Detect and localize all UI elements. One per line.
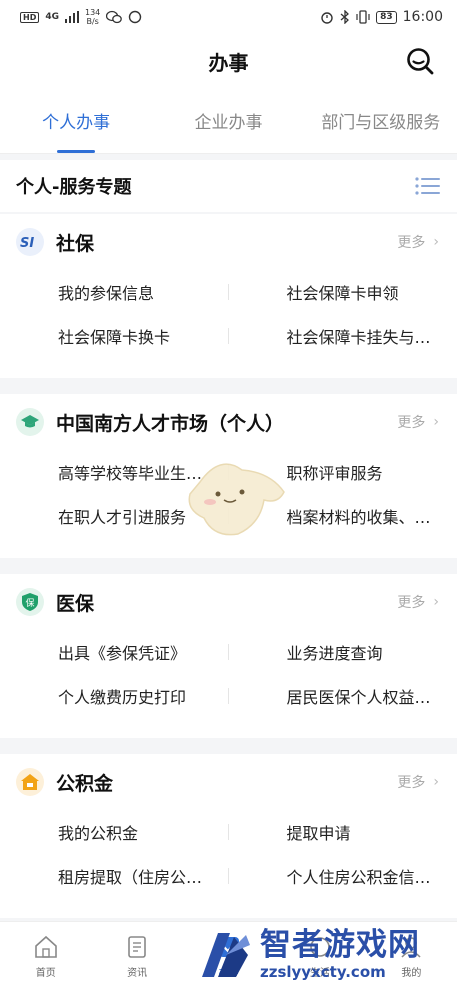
- mascot-icon: [188, 463, 285, 536]
- more-link[interactable]: 更多 ›: [397, 232, 439, 252]
- home-icon: [34, 935, 57, 958]
- card-header[interactable]: SI 社保 更多 ›: [0, 214, 457, 270]
- document-icon: [128, 936, 146, 958]
- more-link[interactable]: 更多 ›: [397, 412, 439, 432]
- more-label: 更多: [397, 415, 426, 431]
- section-header: 个人-服务专题: [0, 160, 457, 212]
- chevron-right-icon: ›: [433, 774, 439, 790]
- wechat-icon: [106, 10, 123, 24]
- watermark-logo-icon: [202, 932, 250, 977]
- status-left: HD 4G 134 B/s: [20, 8, 142, 26]
- svg-text:SI: SI: [20, 236, 34, 250]
- hd-badge: HD: [20, 11, 40, 23]
- network-type: 4G: [45, 12, 59, 22]
- more-label: 更多: [397, 235, 426, 251]
- service-item[interactable]: 个人缴费历史打印: [0, 674, 229, 718]
- search-icon[interactable]: [405, 46, 435, 76]
- chevron-right-icon: ›: [433, 594, 439, 610]
- nav-label: 首页: [35, 968, 56, 979]
- vibrate-icon: [356, 10, 370, 24]
- nav-news[interactable]: 资讯: [91, 922, 182, 991]
- more-label: 更多: [397, 775, 426, 791]
- service-grid: 我的公积金 提取申请 租房提取（住房公… 个人住房公积金信…: [0, 810, 457, 906]
- tab-department[interactable]: 部门与区级服务: [305, 88, 457, 153]
- status-bar: HD 4G 134 B/s 83 16:00: [0, 0, 457, 34]
- list-menu-icon[interactable]: [415, 176, 441, 196]
- more-link[interactable]: 更多 ›: [397, 592, 439, 612]
- alarm-icon: [321, 12, 333, 24]
- tab-personal[interactable]: 个人办事: [0, 88, 152, 153]
- si-logo-icon: SI: [16, 228, 44, 256]
- service-item[interactable]: 出具《参保凭证》: [0, 630, 229, 674]
- service-grid: 我的参保信息 社会保障卡申领 社会保障卡换卡 社会保障卡挂失与…: [0, 270, 457, 366]
- card-header[interactable]: 公积金 更多 ›: [0, 754, 457, 810]
- net-speed-unit: B/s: [86, 17, 99, 26]
- battery-indicator: 83: [376, 10, 397, 24]
- net-speed-value: 134: [85, 8, 101, 17]
- section-title: 个人-服务专题: [16, 177, 132, 198]
- service-item[interactable]: 社会保障卡换卡: [0, 314, 229, 358]
- shield-bao-icon: 保: [16, 588, 44, 616]
- card-header[interactable]: 中国南方人才市场（个人） 更多 ›: [0, 394, 457, 450]
- service-grid: 出具《参保凭证》 业务进度查询 个人缴费历史打印 居民医保个人权益…: [0, 630, 457, 726]
- service-item[interactable]: 社会保障卡挂失与…: [229, 314, 457, 358]
- service-item[interactable]: 个人住房公积金信…: [229, 854, 457, 898]
- bluetooth-icon: [340, 10, 350, 24]
- service-item[interactable]: 社会保障卡申领: [229, 270, 457, 314]
- card-shebao: SI 社保 更多 › 我的参保信息 社会保障卡申领 社会保障卡换卡 社会保障卡挂失…: [0, 214, 457, 378]
- sync-icon: [129, 10, 142, 24]
- watermark-title: 智者游戏网: [260, 926, 420, 963]
- service-item[interactable]: 租房提取（住房公…: [0, 854, 229, 898]
- tab-bar: 个人办事 企业办事 部门与区级服务: [0, 88, 457, 154]
- card-header[interactable]: 保 医保 更多 ›: [0, 574, 457, 630]
- chevron-right-icon: ›: [433, 414, 439, 430]
- card-title: 社保: [56, 232, 95, 255]
- status-right: 83 16:00: [320, 9, 443, 25]
- service-item[interactable]: 提取申请: [229, 810, 457, 854]
- graduation-cap-icon: [16, 408, 44, 436]
- tab-label: 个人办事: [42, 113, 111, 133]
- more-label: 更多: [397, 595, 426, 611]
- tab-enterprise[interactable]: 企业办事: [152, 88, 304, 153]
- nav-home[interactable]: 首页: [0, 922, 91, 991]
- nav-label: 资讯: [127, 968, 148, 979]
- chevron-right-icon: ›: [433, 234, 439, 250]
- watermark-url: zzslyyxcty.com: [260, 962, 386, 981]
- card-title: 中国南方人才市场（个人）: [56, 412, 285, 435]
- service-item[interactable]: 居民医保个人权益…: [229, 674, 457, 718]
- watermark-text: 智者游戏网 zzslyyxcty.com: [260, 927, 420, 981]
- page-title: 办事: [208, 50, 249, 75]
- card-title: 公积金: [56, 772, 114, 795]
- house-icon: [16, 768, 44, 796]
- watermark: 智者游戏网 zzslyyxcty.com: [196, 916, 457, 991]
- service-item[interactable]: 业务进度查询: [229, 630, 457, 674]
- svg-text:保: 保: [26, 597, 35, 609]
- card-yibao: 保 医保 更多 › 出具《参保凭证》 业务进度查询 个人缴费历史打印 居民医保个人…: [0, 574, 457, 738]
- app-header: 办事: [0, 34, 457, 88]
- signal-icon: [65, 11, 79, 23]
- tab-label: 部门与区级服务: [321, 113, 441, 133]
- net-speed: 134 B/s: [85, 8, 100, 26]
- card-title: 医保: [56, 592, 95, 615]
- service-item[interactable]: 我的公积金: [0, 810, 229, 854]
- service-item[interactable]: 我的参保信息: [0, 270, 229, 314]
- more-link[interactable]: 更多 ›: [397, 772, 439, 792]
- card-gongjijin: 公积金 更多 › 我的公积金 提取申请 租房提取（住房公… 个人住房公积金信…: [0, 754, 457, 918]
- clock: 16:00: [402, 9, 443, 25]
- tab-label: 企业办事: [194, 113, 263, 133]
